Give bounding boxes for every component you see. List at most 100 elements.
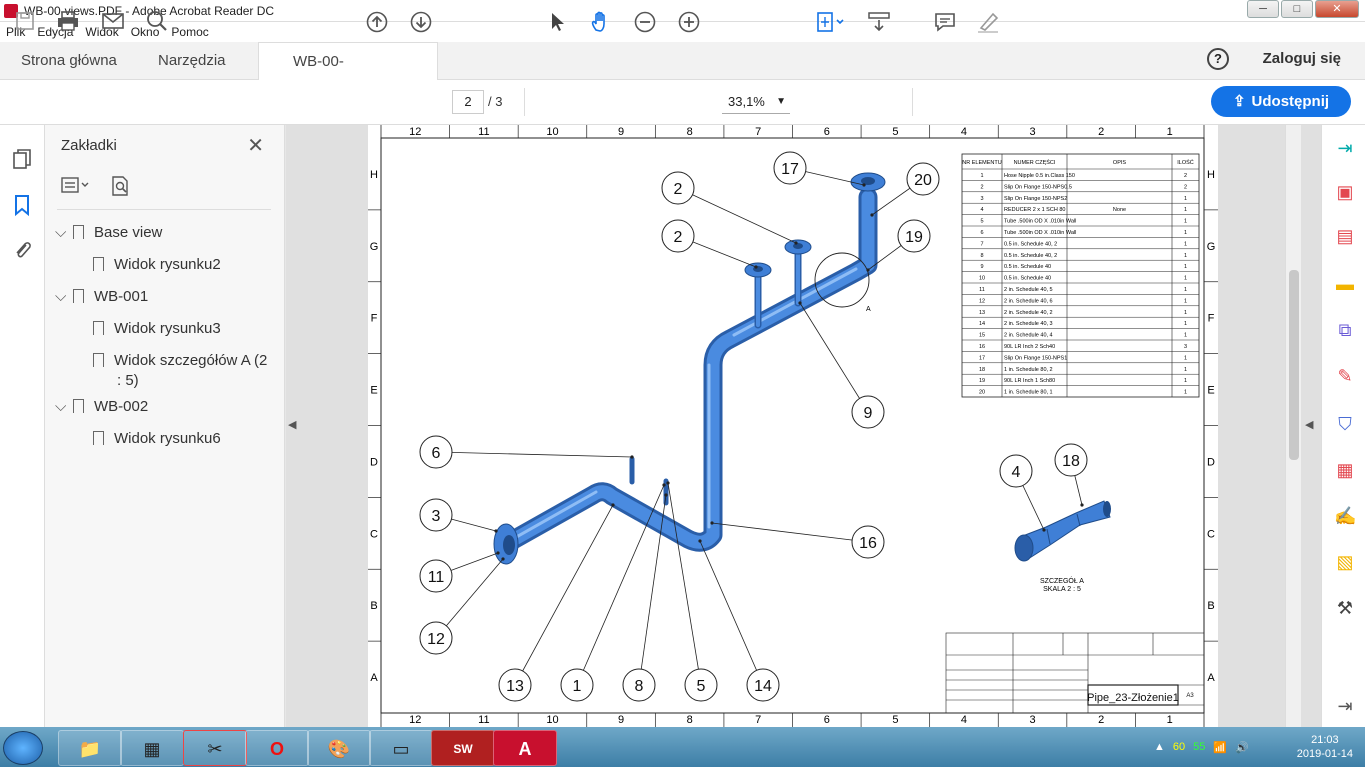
zoom-out-icon[interactable] (633, 10, 657, 34)
zone-column-label: 10 (546, 714, 558, 726)
search-icon[interactable] (145, 10, 169, 34)
tab-home[interactable]: Strona główna (21, 42, 117, 80)
email-icon[interactable] (101, 10, 125, 34)
callout-leader-dot (866, 268, 870, 272)
previous-page-icon[interactable] (365, 10, 389, 34)
bookmark-icon[interactable] (10, 193, 34, 217)
edit-pdf-icon[interactable]: ▦ (1334, 459, 1356, 481)
bookmark-flag-icon (73, 225, 84, 239)
system-clock[interactable]: 21:03 2019-01-14 (1297, 733, 1353, 761)
create-pdf-icon[interactable]: ▣ (1334, 181, 1356, 203)
solidworks-taskbar-icon[interactable]: SW (431, 730, 495, 766)
expand-tools-icon[interactable]: ⇥ (1334, 695, 1356, 717)
bookmark-wb-002[interactable]: ⌵ WB-002 (55, 397, 148, 417)
bookmark-widok-szczegolow-a[interactable]: Widok szczegółów A (2 (93, 351, 267, 371)
page-number-input[interactable]: 2 (452, 90, 484, 114)
bom-cell: 1 (1184, 355, 1187, 361)
send-signature-icon[interactable]: ✍ (1334, 505, 1356, 527)
chevron-down-icon[interactable]: ⌵ (55, 287, 73, 307)
explorer-taskbar-icon[interactable]: 📁 (58, 730, 122, 766)
hand-tool-icon[interactable] (588, 10, 614, 34)
bom-cell: 2 in. Schedule 40, 2 (1004, 310, 1053, 316)
tab-tools[interactable]: Narzędzia (158, 42, 226, 80)
zone-row-label: G (1207, 241, 1216, 253)
bookmark-flag-icon (73, 399, 84, 413)
tab-document[interactable]: WB-00-views.PDF✕ (258, 42, 438, 109)
bom-cell: 1 in. Schedule 80, 1 (1004, 390, 1053, 396)
maximize-button[interactable]: □ (1281, 0, 1313, 18)
page-total: / 3 (488, 94, 503, 109)
login-link[interactable]: Zaloguj się (1263, 50, 1341, 67)
callout-balloon-number: 1 (573, 678, 582, 695)
snipping-tool-taskbar-icon[interactable]: ✂ (183, 730, 247, 766)
bom-cell: 7 (980, 241, 983, 247)
tray-gpu-temp[interactable]: 55 (1193, 741, 1205, 754)
sticky-notes-taskbar-icon[interactable]: ▭ (369, 730, 433, 766)
comment-icon[interactable] (933, 10, 957, 34)
bookmarks-toolbar (61, 175, 131, 199)
minimize-button[interactable]: ─ (1247, 0, 1279, 18)
chevron-down-icon[interactable]: ⌵ (55, 397, 73, 417)
zone-column-label: 2 (1098, 714, 1104, 726)
scan-icon[interactable]: ▧ (1334, 551, 1356, 573)
close-panel-icon[interactable]: ✕ (247, 133, 264, 158)
export-pdf-icon[interactable]: ⇥ (1334, 137, 1356, 159)
bom-cell: 1 (1184, 298, 1187, 304)
scrollbar-thumb[interactable] (1289, 270, 1299, 460)
zone-row-label: H (370, 169, 378, 181)
windows-start-icon[interactable] (3, 731, 43, 765)
volume-icon[interactable]: 🔊 (1235, 741, 1249, 754)
scroll-mode-icon[interactable] (866, 10, 892, 34)
save-icon[interactable] (14, 10, 36, 34)
bookmark-base-view[interactable]: ⌵ Base view (55, 223, 162, 243)
acrobat-taskbar-icon[interactable]: A (493, 730, 557, 766)
print-icon[interactable] (56, 10, 80, 34)
calculator-taskbar-icon[interactable]: ▦ (120, 730, 184, 766)
highlight-pen-icon[interactable] (975, 10, 1001, 34)
fill-sign-icon[interactable]: ✎ (1334, 365, 1356, 387)
fit-page-icon[interactable] (814, 10, 846, 34)
help-icon[interactable]: ? (1207, 48, 1229, 70)
zoom-level-dropdown[interactable]: 33,1% ▼ (722, 90, 790, 114)
bookmark-widok-rysunku6[interactable]: Widok rysunku6 (93, 429, 221, 449)
drawing-title-name: Pipe_23-Złożenie1 (1087, 692, 1179, 704)
share-button[interactable]: ⇪ Udostępnij (1211, 86, 1351, 117)
close-button[interactable]: ✕ (1315, 0, 1359, 18)
bookmark-wb-001[interactable]: ⌵ WB-001 (55, 287, 148, 307)
paint-taskbar-icon[interactable]: 🎨 (307, 730, 371, 766)
bookmark-widok-szczegolow-a-cont[interactable]: : 5) (117, 371, 139, 391)
add-bookmark-icon[interactable] (109, 175, 131, 199)
collapse-left-panel-icon[interactable]: ◀ (288, 418, 296, 431)
select-cursor-icon[interactable] (546, 10, 568, 34)
bookmark-widok-rysunku3[interactable]: Widok rysunku3 (93, 319, 221, 339)
attachment-icon[interactable] (10, 238, 34, 262)
bom-cell: 3 (1184, 344, 1187, 350)
tray-cpu-temp[interactable]: 60 (1173, 741, 1185, 754)
zone-column-label: 6 (824, 126, 830, 138)
protect-shield-icon[interactable]: ⛉ (1334, 413, 1356, 435)
bom-cell: 2 in. Schedule 40, 3 (1004, 321, 1053, 327)
organize-pages-icon[interactable]: ▤ (1334, 225, 1356, 247)
chevron-down-icon[interactable]: ⌵ (55, 223, 73, 243)
bookmark-widok-rysunku2[interactable]: Widok rysunku2 (93, 255, 221, 275)
zoom-in-icon[interactable] (677, 10, 701, 34)
zone-column-label: 9 (618, 714, 624, 726)
page-thumbnails-icon[interactable] (10, 147, 34, 171)
opera-taskbar-icon[interactable]: O (245, 730, 309, 766)
bom-cell: 2 in. Schedule 40, 6 (1004, 298, 1053, 304)
bookmark-options-icon[interactable] (61, 175, 91, 199)
callout-leader-line (799, 302, 869, 413)
main-toolbar (0, 80, 1365, 125)
next-page-icon[interactable] (409, 10, 433, 34)
combine-files-icon[interactable]: ⧉ (1334, 319, 1356, 341)
more-tools-icon[interactable]: ⚒ (1334, 597, 1356, 619)
menu-help[interactable]: Pomoc (171, 25, 208, 39)
network-icon[interactable]: 📶 (1213, 741, 1227, 754)
callout-leader-dot (798, 301, 802, 305)
vertical-scrollbar[interactable] (1285, 125, 1301, 727)
bill-of-materials-table: NR ELEMENTU NUMER CZĘŚCI OPIS ILOŚĆ 1 Hose Ni… (961, 153, 1200, 398)
collapse-right-panel-icon[interactable]: ◀ (1305, 418, 1313, 431)
tray-expand-icon[interactable]: ▲ (1154, 741, 1165, 754)
comment-tool-icon[interactable]: ▬ (1334, 273, 1356, 295)
flange-bore (503, 535, 515, 555)
